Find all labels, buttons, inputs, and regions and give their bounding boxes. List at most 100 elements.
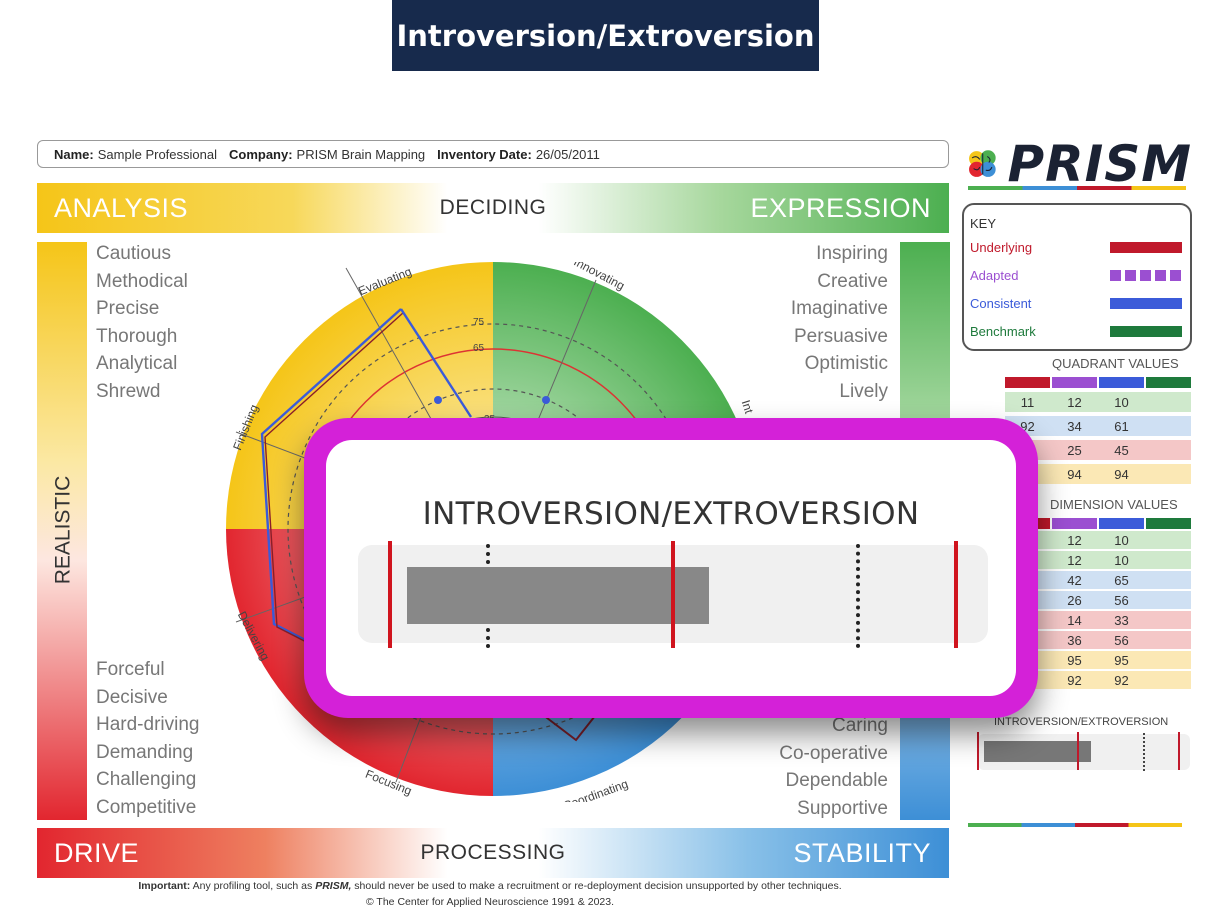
top-band: ANALYSIS DECIDING EXPRESSION [37,183,949,233]
mini-ie-benchmark [1143,733,1145,771]
dv-cell: 56 [1114,633,1129,648]
ring-label-75: 75 [473,317,485,328]
ie-marker-right [954,541,958,648]
key-title: KEY [970,216,997,231]
key-benchmark-label: Benchmark [970,324,1036,339]
prism-logo: PRISM [966,135,1192,193]
trait: Forceful [96,659,165,680]
traits-expression: Inspiring Creative Imaginative Persuasiv… [760,240,888,405]
trait: Shrewd [96,380,161,402]
dv-cell: 36 [1067,633,1082,648]
trait: Competitive [96,796,197,818]
ie-marker-left [388,541,392,648]
dv-cell: 10 [1114,553,1129,568]
trait: Dependable [785,770,888,791]
dv-header-consistent [1099,518,1144,529]
date-label: Inventory Date: [437,146,532,162]
dv-cell: 26 [1067,593,1082,608]
company-value: PRISM Brain Mapping [296,146,426,162]
dv-cell: 14 [1067,613,1082,628]
company-label: Company: [228,146,293,162]
trait: Supportive [797,797,888,819]
trait: Creative [817,270,888,292]
qv-cell: 94 [1114,467,1129,482]
dv-header-benchmark [1146,518,1191,529]
traits-drive: Forceful Decisive Hard-driving Demanding… [96,656,199,821]
dv-cell: 42 [1067,573,1082,588]
trait: Optimistic [804,353,888,374]
key-consistent-swatch [1110,298,1182,309]
key-underlying-swatch [1110,242,1182,253]
trait: Methodical [96,270,188,292]
qv-header-underlying [1005,377,1050,388]
mini-ie-marker [1077,732,1079,770]
logo-text: PRISM [1007,135,1192,193]
important-label: Important: [138,880,191,892]
trait: Hard-driving [96,714,200,735]
trait: Precise [96,298,160,319]
trait: Persuasive [794,325,888,347]
dv-cell: 12 [1067,533,1082,548]
dv-cell: 65 [1114,573,1129,588]
brain-icon [969,150,996,177]
disclaimer-brand: PRISM, [315,880,352,892]
trait: Thorough [96,325,178,347]
dv-cell: 10 [1114,533,1129,548]
qv-cell: 12 [1067,395,1082,410]
footer-copyright: © The Center for Applied Neuroscience 19… [365,896,615,908]
ie-score-bar [407,567,709,624]
qv-header-consistent [1099,377,1144,388]
dv-cell: 33 [1114,613,1129,628]
ie-marker-middle [671,541,675,648]
ie-callout-title: INTROVERSION/EXTROVERSION [422,496,920,532]
disclaimer-b: should never be used to make a recruitme… [354,880,842,892]
qv-cell: 61 [1114,419,1129,434]
dv-cell: 92 [1067,673,1082,688]
label-int: Int [739,398,757,416]
key-adapted-swatch [1110,270,1182,281]
dv-header-adapted [1052,518,1097,529]
mini-ie-marker [1178,732,1180,770]
dv-cell: 12 [1067,553,1082,568]
key-adapted-label: Adapted [970,268,1019,283]
realistic-label: REALISTIC [51,475,74,585]
ie-callout: INTROVERSION/EXTROVERSION [304,418,1038,718]
trait: Challenging [96,769,197,790]
traits-stability: Caring Co-operative Dependable Supportiv… [760,712,888,822]
ie-callout-panel: INTROVERSION/EXTROVERSION [326,440,1016,696]
sidebar-bottom-stripe [968,823,1182,827]
dv-cell: 95 [1067,653,1082,668]
qv-header-benchmark [1146,377,1191,388]
qv-cell: 34 [1067,419,1082,434]
key-benchmark-swatch [1110,326,1182,337]
expression-label: EXPRESSION [750,192,931,223]
mini-ie-title: INTROVERSION/EXTROVERSION [994,716,1169,728]
trait: Demanding [96,741,194,763]
stability-label: STABILITY [793,837,931,868]
mini-ie-marker [977,732,979,770]
trait: Co-operative [779,742,888,764]
date-value: 26/05/2011 [535,146,600,162]
logo-stripe [968,186,1186,190]
ie-benchmark-dot-bottom [486,628,490,648]
disclaimer-a: Any profiling tool, such as [192,880,313,892]
dimension-values-title: DIMENSION VALUES [1050,497,1178,512]
trait: Imaginative [790,298,888,319]
trait: Lively [839,380,888,402]
qv-cell: 10 [1114,395,1129,410]
qv-cell: 94 [1067,467,1082,482]
key-underlying-label: Underlying [970,240,1033,255]
realistic-label-wrap: REALISTIC [38,470,88,590]
trait: Decisive [96,686,168,708]
qv-cell: 25 [1067,443,1082,458]
name-value: Sample Professional [97,146,217,162]
trait: Inspiring [816,243,888,264]
ie-benchmark-line [856,544,860,648]
dv-cell: 95 [1114,653,1129,668]
dv-cell: 56 [1114,593,1129,608]
quadrant-values-title: QUADRANT VALUES [1052,356,1179,371]
qv-header-adapted [1052,377,1097,388]
name-label: Name: [54,146,94,162]
dv-cell: 92 [1114,673,1129,688]
ring-label-65: 65 [473,343,485,354]
